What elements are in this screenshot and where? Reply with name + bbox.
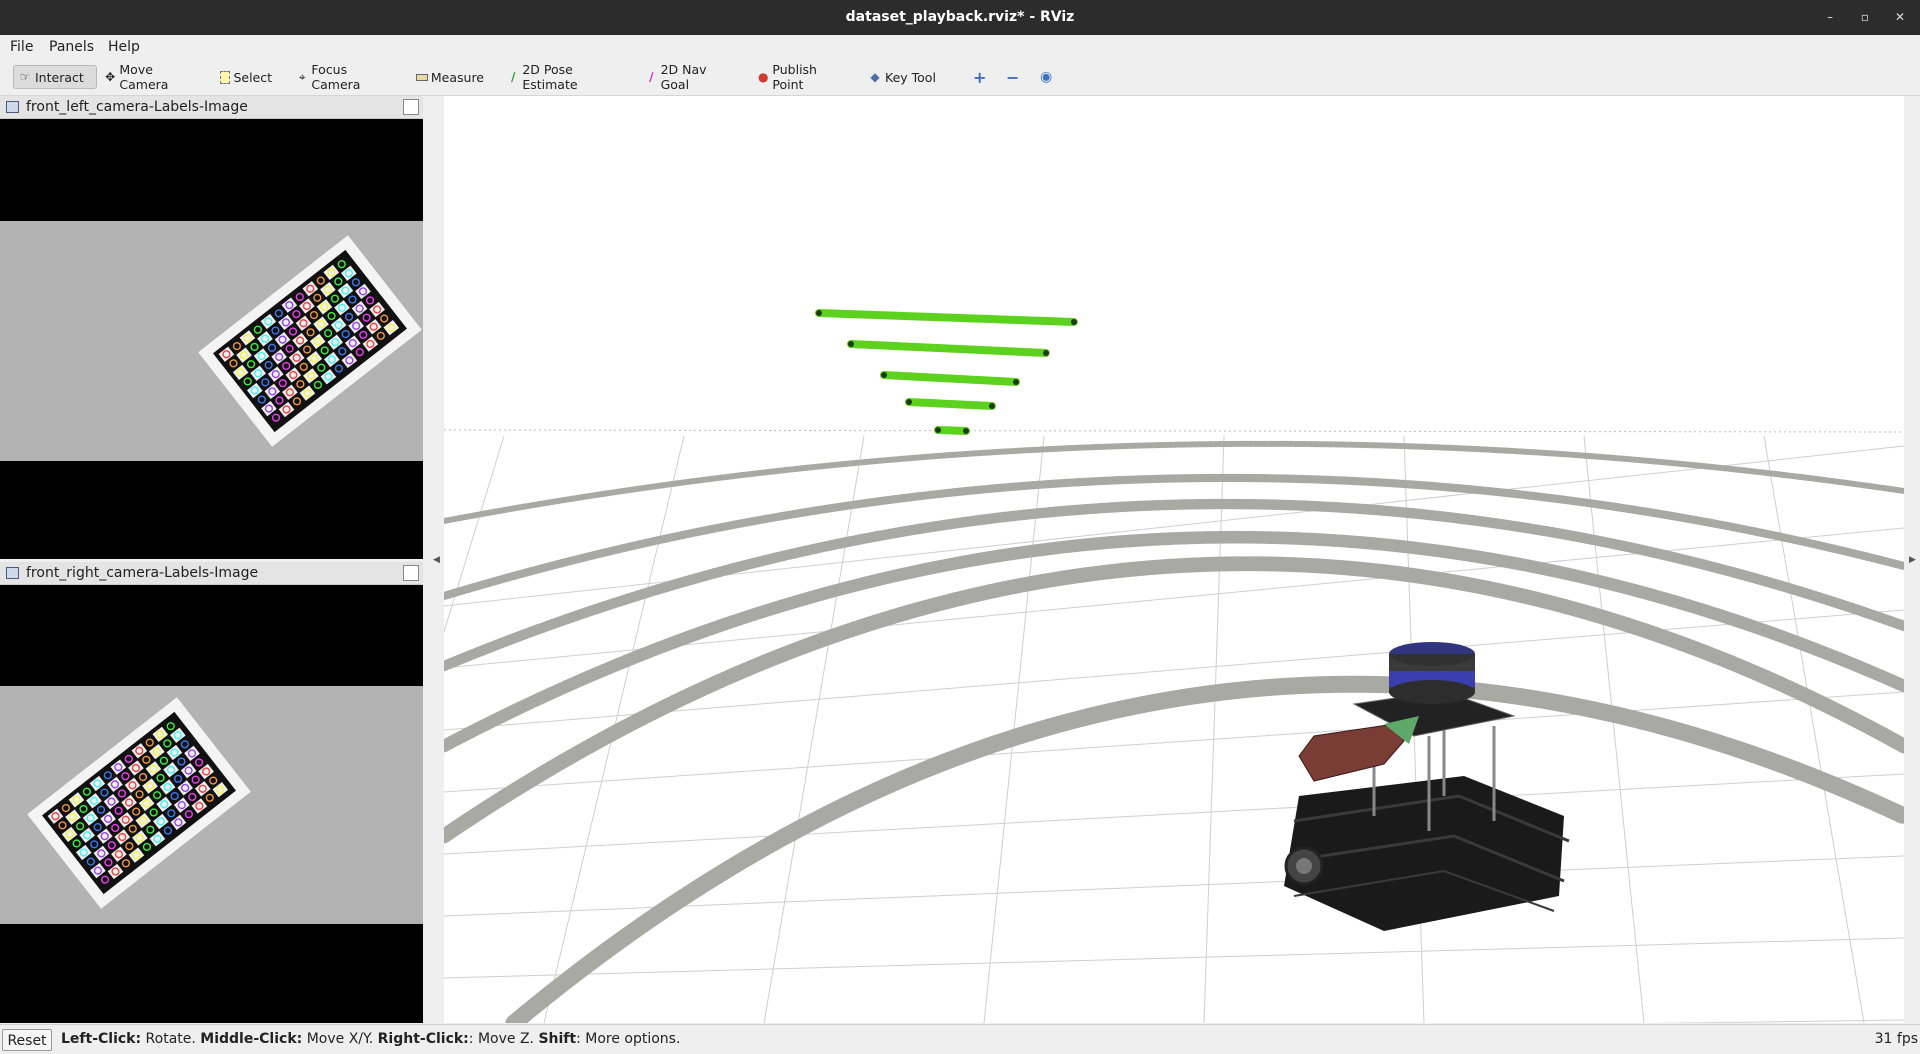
window-titlebar: dataset_playback.rviz* - RViz – ▫ ✕ — [0, 0, 1920, 35]
eye-icon[interactable]: ◉ — [1036, 65, 1058, 89]
panel-float-checkbox[interactable] — [403, 99, 419, 115]
image-panel-icon — [6, 567, 19, 579]
focus-target-icon: ⌖ — [298, 70, 306, 84]
collapse-left-icon[interactable]: ◀ — [433, 555, 440, 565]
minimize-icon[interactable]: – — [1823, 10, 1837, 24]
map-pin-icon: ● — [757, 70, 769, 84]
front-left-camera-view[interactable] — [0, 119, 423, 559]
maximize-icon[interactable]: ▫ — [1858, 10, 1872, 24]
tool-label: Measure — [430, 69, 484, 85]
menu-panels[interactable]: Panels — [49, 39, 94, 55]
remove-tool-icon[interactable]: − — [1002, 65, 1022, 89]
camera-image-left — [0, 221, 423, 461]
tool-select-button[interactable]: Select — [216, 65, 276, 89]
tool-2d-nav-goal-button[interactable]: ∕ 2D Nav Goal — [641, 62, 735, 92]
tool-focus-camera-button[interactable]: ⌖ Focus Camera — [292, 62, 394, 92]
tool-move-camera-button[interactable]: ✥ Move Camera — [100, 62, 200, 92]
help-desc: Rotate. — [141, 1031, 201, 1047]
collapse-right-icon[interactable]: ▶ — [1909, 555, 1916, 565]
menu-help[interactable]: Help — [108, 39, 140, 55]
front-right-camera-view[interactable] — [0, 585, 423, 1023]
window-title: dataset_playback.rviz* - RViz — [845, 9, 1075, 25]
fps-counter: 31 fps — [1874, 1031, 1918, 1047]
panel-title: front_left_camera-Labels-Image — [26, 99, 248, 115]
menu-bar: File Panels Help — [0, 35, 1920, 59]
magenta-arrow-icon: ∕ — [649, 70, 654, 84]
tool-label: 2D Nav Goal — [660, 62, 707, 92]
help-key: Middle-Click: — [200, 1031, 303, 1047]
tool-2d-pose-estimate-button[interactable]: ∕ 2D Pose Estimate — [503, 62, 623, 92]
camera-image-right — [0, 686, 423, 924]
help-desc: Move X/Y. — [302, 1031, 378, 1047]
add-tool-icon[interactable]: + — [969, 65, 989, 89]
ruler-icon — [416, 73, 428, 81]
tool-publish-point-button[interactable]: ● Publish Point — [753, 62, 847, 92]
tool-label: Select — [233, 69, 272, 85]
diamond-icon: ◆ — [870, 70, 880, 84]
tool-key-tool-button[interactable]: ◆ Key Tool — [864, 65, 940, 89]
help-key: Right-Click: — [377, 1031, 469, 1047]
tool-label: Move Camera — [119, 62, 169, 92]
tool-label: Interact — [35, 69, 84, 85]
horizon-line — [444, 429, 1904, 433]
green-arrow-icon: ∕ — [510, 70, 516, 84]
panel-header-front-left: front_left_camera-Labels-Image — [0, 96, 423, 119]
tool-interact-button[interactable]: ☞ Interact — [13, 65, 97, 89]
tool-bar: ☞ Interact ✥ Move Camera Select ⌖ Focus Cam… — [0, 59, 1920, 96]
help-key: Shift — [538, 1031, 577, 1047]
panel-header-front-right: front_right_camera-Labels-Image — [0, 562, 423, 585]
image-panel-icon — [6, 101, 19, 113]
tool-label: Publish Point — [772, 62, 817, 92]
hand-cursor-icon: ☞ — [19, 70, 31, 84]
move-arrows-icon: ✥ — [105, 70, 116, 84]
reset-button[interactable]: Reset — [2, 1029, 52, 1051]
panel-title: front_right_camera-Labels-Image — [26, 565, 259, 581]
mouse-help-text: Left-Click: Rotate. Middle-Click: Move X… — [61, 1031, 680, 1047]
help-desc: : Move Z. — [468, 1031, 539, 1047]
image-panels: front_left_camera-Labels-Image front_rig… — [0, 96, 423, 1023]
scene-3d — [444, 309, 1904, 1023]
tool-label: Key Tool — [885, 69, 936, 85]
help-desc: : More options. — [576, 1031, 681, 1047]
render-viewport-3d[interactable] — [444, 96, 1904, 1023]
select-box-icon — [220, 70, 231, 84]
menu-file[interactable]: File — [10, 39, 33, 55]
panel-float-checkbox[interactable] — [403, 565, 419, 581]
close-icon[interactable]: ✕ — [1893, 10, 1907, 24]
help-key: Left-Click: — [61, 1031, 142, 1047]
status-bar: Reset Left-Click: Rotate. Middle-Click: … — [0, 1024, 1920, 1054]
tool-label: Focus Camera — [311, 62, 361, 92]
tool-measure-button[interactable]: Measure — [412, 65, 488, 89]
tool-label: 2D Pose Estimate — [522, 62, 578, 92]
